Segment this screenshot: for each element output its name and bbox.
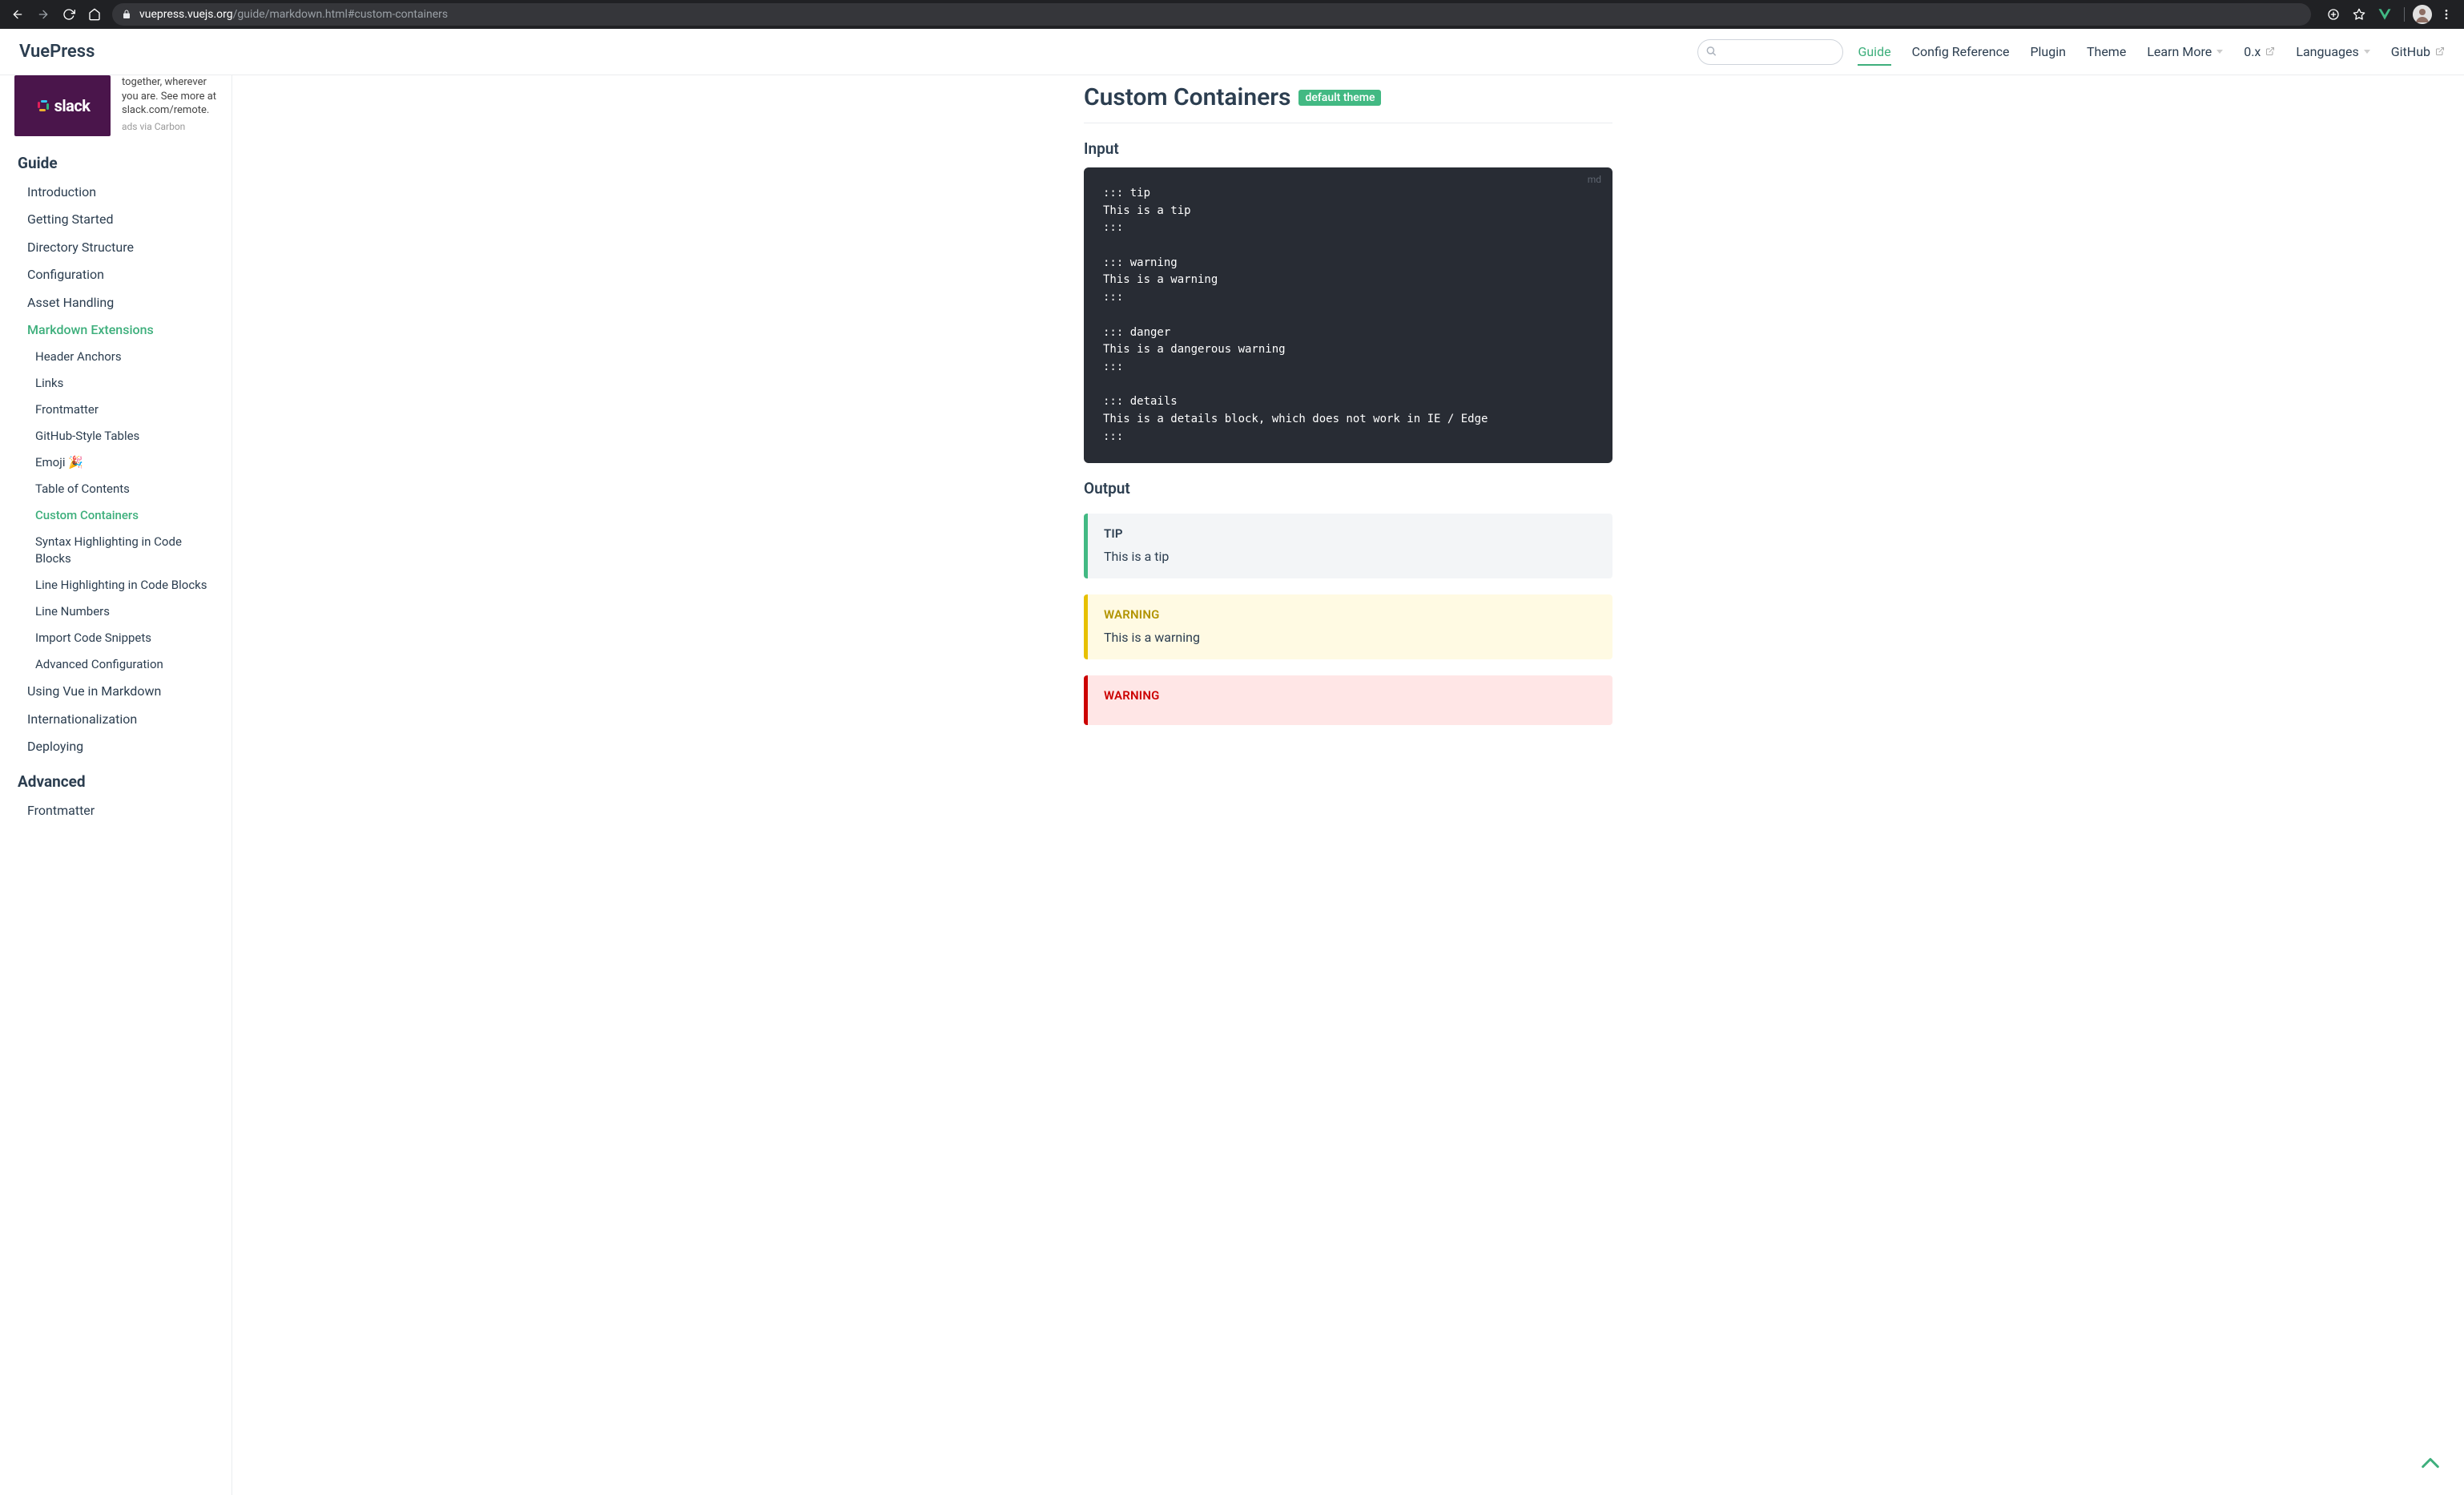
tip-title: TIP xyxy=(1104,526,1596,541)
nav-link-config-reference[interactable]: Config Reference xyxy=(1912,39,2010,64)
sidebar-item[interactable]: Directory Structure xyxy=(0,234,232,261)
nav-link-github[interactable]: GitHub xyxy=(2391,39,2445,64)
sidebar-item[interactable]: Internationalization xyxy=(0,706,232,733)
sidebar-item[interactable]: Frontmatter xyxy=(0,797,232,824)
sidebar: slack together, wherever you are. See mo… xyxy=(0,75,232,1495)
external-link-icon xyxy=(2435,44,2445,59)
nav-link-label: Config Reference xyxy=(1912,44,2010,59)
browser-chrome: vuepress.vuejs.org/guide/markdown.html#c… xyxy=(0,0,2464,29)
browser-install-button[interactable] xyxy=(2322,3,2345,26)
site-navbar: VuePress Guide Config Reference Plugin Them… xyxy=(0,29,2464,75)
sidebar-subitem[interactable]: Custom Containers xyxy=(0,502,232,529)
sidebar-subitem[interactable]: Links xyxy=(0,370,232,397)
nav-link-label: GitHub xyxy=(2391,44,2430,59)
sidebar-subitem[interactable]: GitHub-Style Tables xyxy=(0,423,232,449)
nav-link-label: 0.x xyxy=(2244,44,2261,59)
warning-body: This is a warning xyxy=(1104,630,1596,645)
browser-reload-button[interactable] xyxy=(58,3,80,26)
sidebar-group-title: Advanced xyxy=(0,761,232,797)
nav-link-learn-more[interactable]: Learn More xyxy=(2147,39,2223,64)
sidebar-subitem[interactable]: Advanced Configuration xyxy=(0,651,232,678)
divider xyxy=(2404,7,2405,22)
code-block: md ::: tip This is a tip ::: ::: warning… xyxy=(1084,167,1612,463)
sidebar-group-title: Guide xyxy=(0,143,232,179)
sidebar-subitem[interactable]: Import Code Snippets xyxy=(0,625,232,651)
lock-icon xyxy=(122,10,131,19)
url-path: /guide/markdown.html#custom-containers xyxy=(233,8,448,21)
ad-brand: slack xyxy=(54,96,91,115)
sidebar-item[interactable]: Asset Handling xyxy=(0,289,232,316)
sidebar-subitem[interactable]: Header Anchors xyxy=(0,344,232,370)
external-link-icon xyxy=(2265,44,2275,59)
heading-badge: default theme xyxy=(1298,90,1381,106)
danger-block: WARNING xyxy=(1084,675,1612,725)
nav-link-label: Plugin xyxy=(2030,44,2066,59)
browser-extension-vue-icon[interactable] xyxy=(2373,3,2396,26)
ad-image: slack xyxy=(14,75,111,136)
sidebar-subitem[interactable]: Line Highlighting in Code Blocks xyxy=(0,572,232,598)
sidebar-item[interactable]: Configuration xyxy=(0,261,232,288)
input-subheading: Input xyxy=(1084,139,1612,158)
browser-home-button[interactable] xyxy=(83,3,106,26)
warning-block: WARNING This is a warning xyxy=(1084,594,1612,659)
browser-profile-avatar[interactable] xyxy=(2413,5,2432,24)
warning-title: WARNING xyxy=(1104,607,1596,622)
url-host: vuepress.vuejs.org xyxy=(139,8,233,21)
nav-link-label: Languages xyxy=(2296,44,2358,59)
nav-link-plugin[interactable]: Plugin xyxy=(2030,39,2066,64)
output-subheading: Output xyxy=(1084,479,1612,498)
browser-forward-button[interactable] xyxy=(32,3,54,26)
page-heading: Custom Containers default theme xyxy=(1084,83,1612,123)
sidebar-item[interactable]: Deploying xyxy=(0,733,232,760)
search-icon xyxy=(1705,44,1717,59)
browser-bookmark-button[interactable] xyxy=(2348,3,2370,26)
nav-link-0-x[interactable]: 0.x xyxy=(2244,39,2275,64)
sidebar-item[interactable]: Markdown Extensions xyxy=(0,316,232,344)
nav-links: Guide Config Reference Plugin Theme Learn Mo… xyxy=(1858,39,2445,64)
chevron-down-icon xyxy=(2364,50,2370,54)
sidebar-item[interactable]: Using Vue in Markdown xyxy=(0,678,232,705)
browser-back-button[interactable] xyxy=(6,3,29,26)
site-search xyxy=(1697,39,1843,65)
ad-copy: together, wherever you are. See more at … xyxy=(122,75,217,118)
browser-menu-button[interactable] xyxy=(2435,3,2458,26)
nav-link-label: Learn More xyxy=(2147,44,2212,59)
code-language-label: md xyxy=(1588,174,1601,185)
tip-body: This is a tip xyxy=(1104,549,1596,564)
tip-block: TIP This is a tip xyxy=(1084,514,1612,578)
browser-address-bar[interactable]: vuepress.vuejs.org/guide/markdown.html#c… xyxy=(112,3,2311,26)
sidebar-item[interactable]: Introduction xyxy=(0,179,232,206)
page-heading-text: Custom Containers xyxy=(1084,83,1290,111)
nav-link-label: Guide xyxy=(1858,44,1890,59)
sidebar-subitem[interactable]: Syntax Highlighting in Code Blocks xyxy=(0,529,232,572)
carbon-ad[interactable]: slack together, wherever you are. See mo… xyxy=(14,75,217,136)
nav-link-theme[interactable]: Theme xyxy=(2087,39,2126,64)
slack-icon xyxy=(35,98,51,114)
sidebar-subitem[interactable]: Emoji 🎉 xyxy=(0,449,232,476)
site-title[interactable]: VuePress xyxy=(19,42,95,62)
nav-link-guide[interactable]: Guide xyxy=(1858,39,1890,66)
search-input[interactable] xyxy=(1697,39,1843,65)
back-to-top-button[interactable] xyxy=(2419,1452,2442,1477)
chevron-down-icon xyxy=(2216,50,2223,54)
nav-link-label: Theme xyxy=(2087,44,2126,59)
sidebar-subitem[interactable]: Line Numbers xyxy=(0,598,232,625)
code-content[interactable]: ::: tip This is a tip ::: ::: warning Th… xyxy=(1103,185,1593,445)
sidebar-item[interactable]: Getting Started xyxy=(0,206,232,233)
ad-attribution: ads via Carbon xyxy=(122,121,217,132)
nav-link-languages[interactable]: Languages xyxy=(2296,39,2369,64)
sidebar-subitem[interactable]: Frontmatter xyxy=(0,397,232,423)
content: Custom Containers default theme Input md… xyxy=(232,75,2464,1495)
sidebar-subitem[interactable]: Table of Contents xyxy=(0,476,232,502)
danger-title: WARNING xyxy=(1104,688,1596,703)
